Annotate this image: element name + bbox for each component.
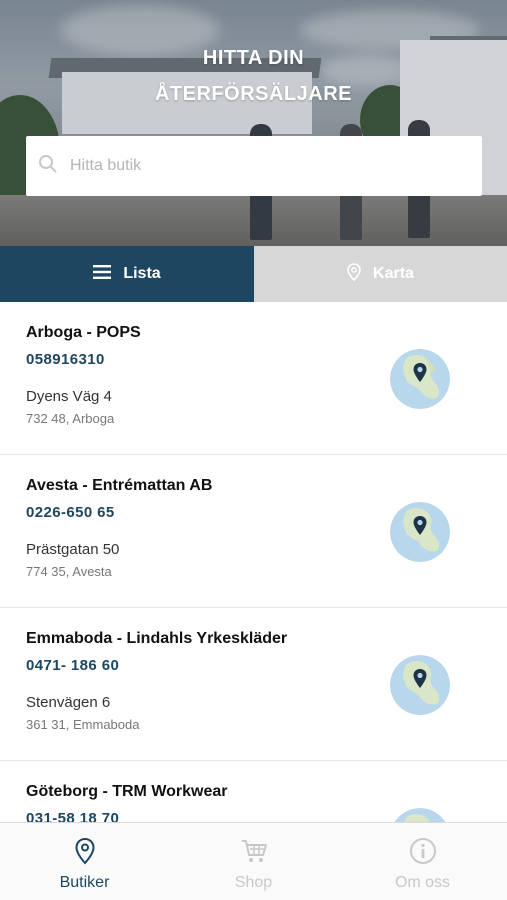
info-icon	[409, 837, 437, 870]
list-item[interactable]: Emmaboda - Lindahls Yrkeskläder 0471- 18…	[0, 608, 507, 761]
search-input[interactable]	[70, 157, 450, 175]
location-pin-icon	[347, 262, 373, 286]
map-pin-icon[interactable]	[390, 655, 450, 715]
store-street: Stenvägen 6	[26, 694, 111, 711]
page-title: HITTA DIN ÅTERFÖRSÄLJARE	[0, 40, 507, 112]
tab-butiker-label: Butiker	[59, 874, 110, 891]
tab-shop[interactable]: Shop	[169, 823, 338, 900]
view-toggle: Lista Karta	[0, 246, 507, 302]
list-item[interactable]: Avesta - Entrémattan AB 0226-650 65 Präs…	[0, 455, 507, 608]
tab-karta[interactable]: Karta	[254, 246, 507, 302]
tab-karta-label: Karta	[373, 265, 414, 282]
tab-butiker[interactable]: Butiker	[0, 823, 169, 900]
tab-om-oss-label: Om oss	[394, 874, 451, 891]
map-pin-icon[interactable]	[390, 502, 450, 562]
list-item[interactable]: Göteborg - TRM Workwear 031-58 18 70	[0, 761, 507, 822]
store-name: Arboga - POPS	[26, 324, 141, 341]
app-screen: HITTA DIN ÅTERFÖRSÄLJARE Lista Karta Arb…	[0, 0, 507, 900]
store-street: Prästgatan 50	[26, 541, 120, 558]
store-name: Avesta - Entrémattan AB	[26, 477, 213, 494]
tab-lista-label: Lista	[123, 265, 161, 282]
search-bar[interactable]	[26, 136, 482, 196]
store-street: Dyens Väg 4	[26, 388, 112, 405]
search-icon	[38, 154, 58, 179]
tab-lista[interactable]: Lista	[0, 246, 254, 302]
location-pin-icon	[74, 837, 96, 870]
store-phone[interactable]: 0226-650 65	[26, 504, 115, 521]
store-list: Arboga - POPS 058916310 Dyens Väg 4 732 …	[0, 302, 507, 822]
hero-banner: HITTA DIN ÅTERFÖRSÄLJARE	[0, 0, 507, 246]
bottom-tab-bar: Butiker Shop Om oss	[0, 822, 507, 900]
tab-om-oss[interactable]: Om oss	[338, 823, 507, 900]
store-phone[interactable]: 058916310	[26, 351, 105, 368]
page-title-line1: HITTA DIN	[202, 47, 305, 69]
store-name: Göteborg - TRM Workwear	[26, 783, 228, 800]
store-city: 774 35, Avesta	[26, 564, 112, 579]
list-item[interactable]: Arboga - POPS 058916310 Dyens Väg 4 732 …	[0, 302, 507, 455]
map-pin-icon[interactable]	[390, 349, 450, 409]
page-title-line2: ÅTERFÖRSÄLJARE	[154, 83, 352, 105]
list-icon	[93, 264, 123, 284]
store-name: Emmaboda - Lindahls Yrkeskläder	[26, 630, 288, 647]
tab-shop-label: Shop	[234, 874, 273, 891]
map-pin-icon[interactable]	[390, 808, 450, 822]
store-phone[interactable]: 0471- 186 60	[26, 657, 119, 674]
cart-icon	[240, 837, 268, 870]
store-city: 732 48, Arboga	[26, 411, 115, 426]
store-phone[interactable]: 031-58 18 70	[26, 810, 119, 822]
store-city: 361 31, Emmaboda	[26, 717, 140, 732]
